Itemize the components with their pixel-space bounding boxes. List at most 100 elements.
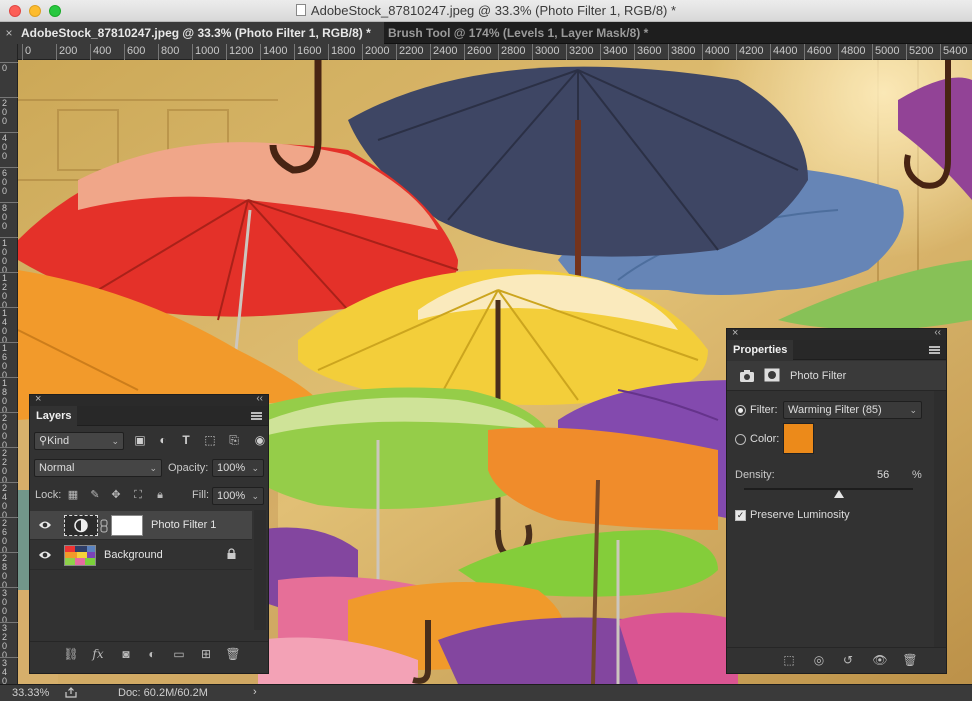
- density-value[interactable]: 56: [877, 469, 889, 481]
- lock-artboard-icon[interactable]: ⛶: [131, 488, 145, 502]
- camera-adjustment-icon[interactable]: [739, 368, 757, 384]
- density-slider-thumb[interactable]: [833, 490, 844, 498]
- opacity-field[interactable]: 100% ⌄: [212, 459, 264, 477]
- share-icon[interactable]: [65, 687, 77, 698]
- color-radio[interactable]: [735, 434, 746, 445]
- ruler-tick: [906, 44, 907, 60]
- shape-layer-filter-icon[interactable]: ⬚: [202, 432, 218, 448]
- new-group-icon[interactable]: ▭: [171, 646, 187, 662]
- chevron-down-icon: ⌄: [251, 491, 259, 501]
- lock-image-pixels-icon[interactable]: ✎: [88, 488, 102, 502]
- ruler-tick: [736, 44, 737, 60]
- delete-adjustment-icon[interactable]: 🗑︎: [902, 652, 918, 668]
- mask-properties-icon[interactable]: [764, 368, 780, 382]
- new-adjustment-layer-icon[interactable]: ◐: [144, 646, 160, 662]
- reset-adjustment-icon[interactable]: ↺: [840, 652, 856, 668]
- view-previous-state-icon[interactable]: ◎: [811, 652, 827, 668]
- ruler-label: 1200: [2, 273, 8, 310]
- tab-layers[interactable]: Layers: [30, 406, 78, 426]
- tab-brush-tool[interactable]: Brush Tool @ 174% (Levels 1, Layer Mask/…: [385, 22, 685, 44]
- preserve-luminosity-checkbox[interactable]: ✓: [735, 510, 746, 521]
- panel-menu-icon[interactable]: [251, 412, 262, 420]
- tab-properties[interactable]: Properties: [727, 340, 794, 360]
- layer-row-photo-filter[interactable]: Photo Filter 1: [30, 511, 252, 540]
- window-title: AdobeStock_87810247.jpeg @ 33.3% (Photo …: [310, 3, 677, 18]
- ruler-label: 1200: [229, 45, 254, 57]
- lock-position-icon[interactable]: ✥: [109, 488, 123, 502]
- ruler-tick: [22, 44, 23, 60]
- layer-locked-icon[interactable]: [226, 548, 237, 560]
- visibility-eye-icon[interactable]: [38, 549, 52, 561]
- zoom-level[interactable]: 33.33%: [12, 687, 49, 699]
- kind-filter-dropdown[interactable]: ⚲Kind ⌄: [34, 432, 124, 450]
- ruler-label: 2600: [2, 518, 8, 555]
- lock-all-icon[interactable]: 🔒︎: [153, 488, 167, 502]
- toggle-visibility-icon[interactable]: 👁︎: [872, 652, 888, 668]
- adjustment-layer-filter-icon[interactable]: ◐: [155, 432, 171, 448]
- layer-mask-thumbnail[interactable]: [111, 515, 143, 536]
- title-bar: AdobeStock_87810247.jpeg @ 33.3% (Photo …: [0, 0, 972, 22]
- filter-dropdown[interactable]: Warming Filter (85) ⌄: [783, 401, 922, 419]
- ruler-tick: [668, 44, 669, 60]
- horizontal-ruler[interactable]: 0 200 400 600 800 1000 1200 1400 1600 1800 2000 220…: [18, 44, 972, 60]
- properties-title-row: Photo Filter: [727, 361, 946, 391]
- blend-mode-dropdown[interactable]: Normal ⌄: [34, 459, 162, 477]
- panel-menu-icon[interactable]: [929, 346, 940, 354]
- add-mask-icon[interactable]: ◙: [118, 646, 134, 662]
- fill-field[interactable]: 100% ⌄: [212, 487, 264, 505]
- ruler-label: 2600: [467, 45, 492, 57]
- smart-object-filter-icon[interactable]: ⎘: [226, 432, 242, 448]
- vertical-ruler[interactable]: 0 200 400 600 800 1000 1200 1400 1600 1800 2000 220…: [0, 44, 18, 695]
- collapse-panel-icon[interactable]: ‹‹: [256, 393, 263, 404]
- ruler-label: 600: [127, 45, 146, 57]
- ruler-tick: [192, 44, 193, 60]
- filter-toggle-icon[interactable]: ◉: [252, 432, 268, 448]
- ruler-label: 1600: [297, 45, 322, 57]
- properties-panel-footer: ⬚ ◎ ↺ 👁︎ 🗑︎: [727, 647, 946, 673]
- link-layers-icon[interactable]: ⛓: [63, 646, 79, 662]
- ruler-tick: [124, 44, 125, 60]
- ruler-label: 800: [161, 45, 180, 57]
- ruler-tick: [770, 44, 771, 60]
- close-panel-icon[interactable]: ×: [35, 393, 41, 405]
- close-panel-icon[interactable]: ×: [732, 327, 738, 339]
- properties-scrollbar[interactable]: [934, 391, 946, 647]
- lock-transparent-pixels-icon[interactable]: ▦: [66, 488, 80, 502]
- document-size: Doc: 60.2M/60.2M: [118, 687, 208, 699]
- opacity-value: 100%: [217, 462, 246, 474]
- add-layer-style-icon[interactable]: fx: [90, 646, 106, 662]
- status-menu-arrow-icon[interactable]: ›: [253, 686, 257, 698]
- type-layer-filter-icon[interactable]: T: [178, 432, 194, 448]
- layer-row-background[interactable]: Background: [30, 541, 252, 570]
- layer-name: Photo Filter 1: [151, 519, 217, 531]
- pixel-layer-filter-icon[interactable]: ▣: [132, 432, 148, 448]
- tab-adobestock[interactable]: × AdobeStock_87810247.jpeg @ 33.3% (Photo…: [0, 22, 384, 44]
- adjustment-thumbnail[interactable]: [64, 515, 98, 536]
- chevron-down-icon: ⌄: [251, 463, 259, 473]
- layers-scrollbar[interactable]: [254, 510, 266, 630]
- ruler-label: 800: [2, 203, 8, 231]
- new-layer-icon[interactable]: ⊞: [198, 646, 214, 662]
- document-icon: [295, 4, 306, 16]
- visibility-eye-icon[interactable]: [38, 519, 52, 531]
- background-thumbnail[interactable]: [64, 545, 96, 566]
- delete-layer-icon[interactable]: 🗑︎: [225, 646, 241, 662]
- clip-to-layer-icon[interactable]: ⬚: [781, 652, 797, 668]
- close-tab-icon[interactable]: ×: [0, 22, 18, 44]
- chevron-down-icon: ⌄: [111, 436, 119, 446]
- density-slider-track[interactable]: [744, 488, 913, 490]
- collapse-panel-icon[interactable]: ‹‹: [934, 327, 941, 338]
- ruler-label: 1800: [331, 45, 356, 57]
- density-unit: %: [912, 469, 922, 481]
- ruler-label: 3400: [603, 45, 628, 57]
- ruler-tick: [940, 44, 941, 60]
- filter-radio[interactable]: [735, 405, 746, 416]
- color-swatch[interactable]: [783, 423, 814, 454]
- ruler-label: 3600: [637, 45, 662, 57]
- photo-filter-adjustment-icon: [74, 518, 88, 533]
- section-title: Photo Filter: [790, 370, 847, 382]
- search-icon: ⚲: [39, 435, 48, 447]
- layer-name: Background: [104, 549, 163, 561]
- mask-link-icon[interactable]: [100, 519, 108, 533]
- ruler-label: 2400: [433, 45, 458, 57]
